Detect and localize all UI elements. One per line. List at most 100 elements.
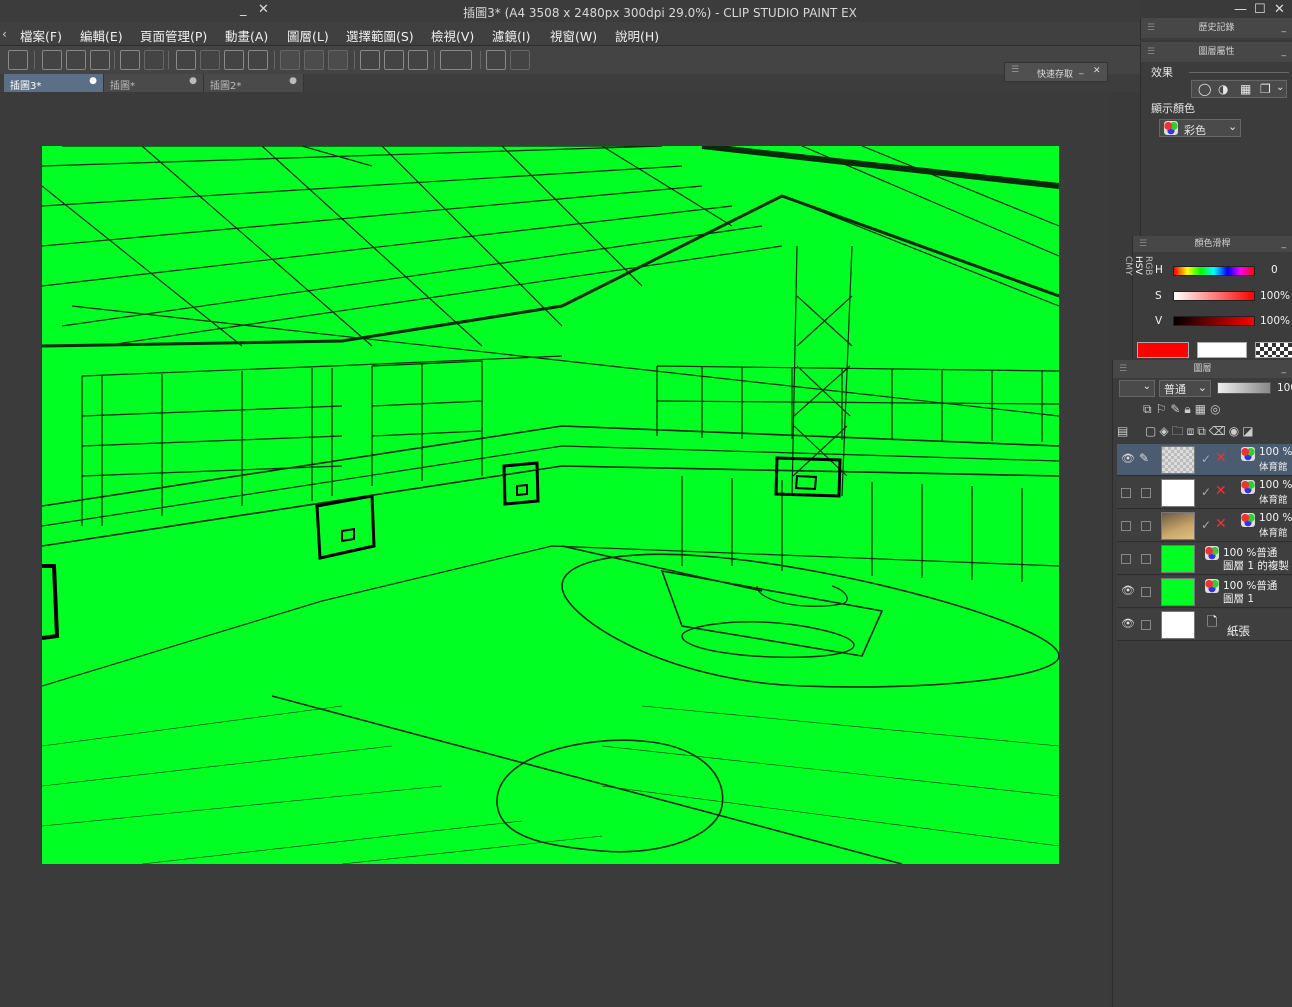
- visibility-checkbox[interactable]: [1121, 554, 1131, 564]
- clip-icon[interactable]: ⧉: [1143, 402, 1156, 416]
- menu-layer[interactable]: 圖層(L): [287, 26, 329, 45]
- tone-icon[interactable]: ▦: [1240, 82, 1251, 96]
- new-vector-layer-icon[interactable]: ◈: [1159, 424, 1171, 438]
- transparent-color-swatch[interactable]: [1255, 342, 1292, 358]
- minimize-button[interactable]: —: [1234, 2, 1247, 17]
- minimize-icon[interactable]: _: [1282, 42, 1287, 62]
- visibility-checkbox[interactable]: [1121, 488, 1131, 498]
- visibility-checkbox[interactable]: [1121, 521, 1131, 531]
- loading-icon[interactable]: [176, 50, 196, 70]
- view-dropdown-icon[interactable]: [440, 50, 472, 70]
- export-icon[interactable]: [486, 50, 506, 70]
- layer-row[interactable]: ✓ ✕ 100 % 体育館: [1117, 477, 1292, 509]
- layer-row[interactable]: 👁︎ 100 %普通 圖層 1: [1117, 576, 1292, 608]
- open-file-icon[interactable]: [66, 50, 86, 70]
- menu-selection[interactable]: 選擇範圍(S): [346, 26, 414, 45]
- hue-slider[interactable]: [1173, 266, 1255, 276]
- save-icon[interactable]: [90, 50, 110, 70]
- color-slider-header[interactable]: ☰ 顏色滑桿 _: [1133, 236, 1292, 252]
- brush-icon[interactable]: [384, 50, 404, 70]
- layer-row[interactable]: ✓ ✕ 100 % 体育館: [1117, 510, 1292, 542]
- layer-property-header[interactable]: ☰ 圖層屬性 _: [1141, 42, 1292, 62]
- close-button[interactable]: ✕: [1274, 2, 1285, 17]
- history-header[interactable]: ☰ 歷史記錄 _: [1141, 18, 1292, 38]
- maximize-button[interactable]: ☐: [1254, 2, 1266, 17]
- close-icon[interactable]: ✕: [1093, 66, 1101, 76]
- menu-help[interactable]: 說明(H): [615, 26, 659, 45]
- layer-panel-header[interactable]: ☰ 圖層 _: [1113, 360, 1292, 378]
- minimize-icon[interactable]: _: [1282, 236, 1287, 252]
- apply-mask-icon[interactable]: ◪: [1242, 424, 1256, 438]
- menu-filter[interactable]: 濾鏡(I): [492, 26, 530, 45]
- layer-menu-icon[interactable]: ▤: [1117, 424, 1131, 438]
- tab-rgb[interactable]: RGB: [1143, 256, 1153, 282]
- minimize-icon[interactable]: _: [1079, 65, 1084, 75]
- lock-checkbox[interactable]: [1141, 620, 1151, 630]
- new-file-icon[interactable]: [42, 50, 62, 70]
- transform-icon[interactable]: [200, 50, 220, 70]
- lock-checkbox[interactable]: [1141, 488, 1151, 498]
- display-color-select[interactable]: 彩色 ⌄: [1159, 119, 1241, 137]
- eye-icon[interactable]: 👁︎: [1121, 617, 1135, 630]
- clip-studio-icon[interactable]: [8, 50, 28, 70]
- new-folder-icon[interactable]: 🗀︎: [1172, 424, 1187, 438]
- menu-window[interactable]: 視窗(W): [550, 26, 597, 45]
- eye-icon[interactable]: 👁︎: [1121, 584, 1135, 597]
- undo-icon[interactable]: [120, 50, 140, 70]
- clear-selection-icon[interactable]: [280, 50, 300, 70]
- grip-icon[interactable]: ☰: [1147, 42, 1155, 62]
- menu-view[interactable]: 檢視(V): [431, 26, 474, 45]
- pen-icon[interactable]: [408, 50, 428, 70]
- lock-checkbox[interactable]: [1141, 521, 1151, 531]
- tab-hsv[interactable]: HSV: [1133, 256, 1143, 284]
- import-icon[interactable]: [510, 50, 530, 70]
- quick-access-panel[interactable]: ☰ 快速存取 _ ✕: [1004, 62, 1108, 82]
- lock-checkbox[interactable]: [1141, 587, 1151, 597]
- delete-layer-icon[interactable]: ⌫: [1209, 424, 1229, 438]
- layer-row[interactable]: 👁︎ 🗋︎ 紙張: [1117, 609, 1292, 641]
- sub-color-swatch[interactable]: [1197, 342, 1247, 358]
- chevron-down-icon[interactable]: ⌄: [1276, 82, 1284, 93]
- layer-color-icon[interactable]: ❐: [1260, 82, 1271, 96]
- crop-icon[interactable]: [248, 50, 268, 70]
- tab-document[interactable]: 插圖3* ●: [4, 74, 104, 92]
- tab-document[interactable]: 插圖* ●: [104, 74, 204, 92]
- menu-page[interactable]: 頁面管理(P): [140, 26, 207, 45]
- lock-icon[interactable]: 🔒︎: [1184, 402, 1194, 416]
- menu-animation[interactable]: 動畫(A): [225, 26, 268, 45]
- blend-mode-select[interactable]: 普通 ⌄: [1159, 380, 1211, 397]
- mask-icon[interactable]: ◎: [1210, 402, 1224, 416]
- x-icon[interactable]: ✕: [1215, 483, 1227, 499]
- chevron-left-icon[interactable]: ‹: [2, 26, 7, 41]
- saturation-slider[interactable]: [1173, 291, 1255, 301]
- drawing-canvas[interactable]: [42, 146, 1059, 864]
- grip-icon[interactable]: ☰: [1119, 360, 1127, 378]
- grip-icon[interactable]: ☰: [1139, 236, 1147, 252]
- eye-icon[interactable]: 👁︎: [1121, 452, 1135, 465]
- reference-icon[interactable]: ⚐: [1156, 402, 1171, 416]
- tab-document[interactable]: 插圖2* ●: [204, 74, 304, 92]
- palette-color-select[interactable]: ⌄: [1119, 380, 1155, 397]
- minimize-icon[interactable]: _: [1282, 18, 1287, 38]
- layer-row[interactable]: 100 %普通 圖層 1 的複製: [1117, 543, 1292, 575]
- tab-cmy[interactable]: CMY: [1123, 256, 1133, 282]
- new-raster-layer-icon[interactable]: ▢: [1145, 424, 1159, 438]
- opacity-slider[interactable]: [1217, 382, 1271, 394]
- main-color-swatch[interactable]: [1137, 342, 1189, 358]
- invert-selection-icon[interactable]: [304, 50, 324, 70]
- draft-icon[interactable]: ✎: [1170, 402, 1184, 416]
- transfer-down-icon[interactable]: ⧈: [1187, 424, 1198, 438]
- mask-create-icon[interactable]: ◉: [1229, 424, 1242, 438]
- selection-border-icon[interactable]: [328, 50, 348, 70]
- fill-icon[interactable]: [224, 50, 244, 70]
- grip-icon[interactable]: ☰: [1011, 65, 1019, 75]
- x-icon[interactable]: ✕: [1215, 516, 1227, 532]
- redo-icon[interactable]: [144, 50, 164, 70]
- lock-checkbox[interactable]: [1141, 554, 1151, 564]
- border-effect-icon[interactable]: ◯: [1198, 82, 1211, 96]
- float-minimize-button[interactable]: _: [240, 2, 247, 17]
- ruler-icon[interactable]: [360, 50, 380, 70]
- menu-file[interactable]: 檔案(F): [20, 26, 62, 45]
- layer-row[interactable]: 👁︎ ✎ ✓ ✕ 100 % 体育館: [1117, 444, 1292, 476]
- float-close-button[interactable]: ✕: [258, 2, 269, 17]
